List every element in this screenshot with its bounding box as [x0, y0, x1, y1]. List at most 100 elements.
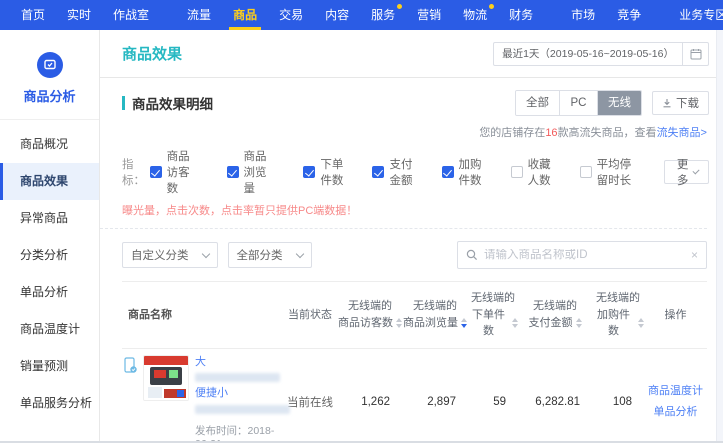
- table-header: 商品名称 当前状态 无线端的 商品访客数 无线端的 商品浏览量 无线端的 下单件…: [122, 282, 707, 349]
- nav-item-trade[interactable]: 交易: [273, 0, 309, 30]
- col-payment: 无线端的 支付金额: [518, 298, 592, 331]
- checkbox-payment-amount[interactable]: 支付金额: [372, 156, 415, 188]
- nav-item-warroom[interactable]: 作战室: [107, 0, 155, 30]
- col-line2: 加购件数: [592, 307, 635, 340]
- nav-item-service[interactable]: 服务: [365, 0, 401, 30]
- metric-label: 指标：: [122, 156, 146, 188]
- search-input[interactable]: [484, 249, 691, 261]
- nav-item-bizzone[interactable]: 业务专区: [673, 0, 723, 30]
- sidebar-item-sales-forecast[interactable]: 销量预测: [0, 348, 99, 385]
- col-line1: 无线端的: [402, 298, 468, 315]
- calendar-icon[interactable]: [682, 43, 708, 65]
- redacted-text: [195, 373, 280, 382]
- thermometer-link[interactable]: 商品温度计: [644, 381, 707, 402]
- page-title: 商品效果: [122, 43, 182, 64]
- nav-item-compete[interactable]: 竞争: [611, 0, 647, 30]
- nav-item-logistics[interactable]: 物流: [457, 0, 493, 30]
- section-accent-bar: [122, 96, 125, 110]
- chevron-down-icon: [201, 249, 209, 257]
- name-text: 大: [195, 356, 206, 368]
- platform-tab-group: 全部 PC 无线: [515, 90, 642, 116]
- sidebar-item-abnormal-products[interactable]: 异常商品: [0, 200, 99, 237]
- nav-item-realtime[interactable]: 实时: [61, 0, 97, 30]
- notice-text: 您的店铺存在: [479, 127, 545, 139]
- loss-product-link[interactable]: 流失商品>: [657, 127, 707, 139]
- nav-item-label: 物流: [463, 8, 487, 22]
- download-button[interactable]: 下载: [652, 91, 709, 115]
- filter-toolbar: 自定义分类 全部分类 ×: [100, 229, 723, 281]
- visitors-cell: 1,262: [338, 396, 402, 408]
- checkbox-icon: [150, 166, 162, 178]
- sort-icon-active[interactable]: [461, 318, 467, 328]
- search-icon: [466, 249, 478, 261]
- status-cell: 当前在线: [282, 394, 338, 410]
- sidebar-item-product-effect[interactable]: 商品效果: [0, 163, 99, 200]
- main-content: 商品效果 最近1天（2019-05-16~2019-05-16） 商品效果明细 …: [100, 30, 723, 443]
- notification-dot: [489, 4, 494, 9]
- chevron-down-icon: [692, 167, 699, 174]
- single-analysis-link[interactable]: 单品分析: [644, 402, 707, 423]
- product-name-link[interactable]: 大便捷小: [195, 355, 282, 419]
- tab-all[interactable]: 全部: [516, 91, 560, 115]
- checkbox-icon: [227, 166, 239, 178]
- more-metrics-button[interactable]: 更多: [664, 160, 709, 184]
- sidebar-item-category-analysis[interactable]: 分类分析: [0, 237, 99, 274]
- pc-data-warning: 曝光量，点击次数，点击率暂只提供PC端数据！: [100, 196, 707, 229]
- orders-cell: 59: [468, 396, 518, 408]
- loss-product-notice: 您的店铺存在16款高流失商品，查看流失商品>: [100, 122, 723, 140]
- checkbox-avg-stay[interactable]: 平均停留时长: [580, 156, 639, 188]
- tab-wireless[interactable]: 无线: [598, 91, 641, 115]
- nav-item-traffic[interactable]: 流量: [181, 0, 217, 30]
- col-line2: 下单件数: [468, 307, 509, 340]
- sidebar-item-single-service[interactable]: 单品服务分析: [0, 385, 99, 422]
- actions-cell: 商品温度计 单品分析: [644, 381, 707, 423]
- nav-item-marketing[interactable]: 营销: [411, 0, 447, 30]
- nav-item-market[interactable]: 市场: [565, 0, 601, 30]
- checkbox-icon: [303, 166, 315, 178]
- nav-item-finance[interactable]: 财务: [503, 0, 539, 30]
- sidebar-header: 商品分析: [0, 30, 99, 120]
- sidebar: 商品分析 商品概况 商品效果 异常商品 分类分析 单品分析 商品温度计 销量预测…: [0, 30, 100, 443]
- checkbox-order-items[interactable]: 下单件数: [303, 156, 346, 188]
- metric-checkbox-row: 指标： 商品访客数 商品浏览量 下单件数 支付金额 加购件数 收藏人数 平均停留…: [100, 140, 723, 196]
- checkbox-product-views[interactable]: 商品浏览量: [227, 148, 278, 196]
- product-table: 商品名称 当前状态 无线端的 商品访客数 无线端的 商品浏览量 无线端的 下单件…: [122, 281, 707, 443]
- col-line1: 无线端的: [592, 290, 644, 307]
- custom-category-select[interactable]: 自定义分类: [122, 242, 218, 268]
- col-actions: 操作: [644, 307, 707, 324]
- sidebar-item-single-product[interactable]: 单品分析: [0, 274, 99, 311]
- product-image[interactable]: [143, 355, 189, 401]
- product-search-box[interactable]: ×: [457, 241, 707, 269]
- sidebar-menu: 商品概况 商品效果 异常商品 分类分析 单品分析 商品温度计 销量预测 单品服务…: [0, 120, 99, 422]
- col-visitors: 无线端的 商品访客数: [338, 298, 402, 331]
- nav-item-content[interactable]: 内容: [319, 0, 355, 30]
- col-line1: 无线端的: [468, 290, 518, 307]
- checkbox-product-visitors[interactable]: 商品访客数: [150, 148, 201, 196]
- col-line2: 商品浏览量: [403, 315, 458, 332]
- checkbox-label: 下单件数: [320, 156, 346, 188]
- nav-item-product[interactable]: 商品: [227, 0, 263, 30]
- table-row: 大便捷小 发布时间：2018-06-21 当前在线 1,262 2,897 59…: [122, 349, 707, 443]
- checkbox-cart-items[interactable]: 加购件数: [442, 156, 485, 188]
- scrollbar-track[interactable]: [716, 30, 723, 443]
- checkbox-icon: [442, 166, 454, 178]
- col-line1: 无线端的: [338, 298, 402, 315]
- checkbox-favorites[interactable]: 收藏人数: [511, 156, 554, 188]
- checkbox-icon: [580, 166, 592, 178]
- col-cart: 无线端的 加购件数: [592, 290, 644, 340]
- date-range-picker[interactable]: 最近1天（2019-05-16~2019-05-16）: [493, 42, 709, 66]
- sidebar-item-product-thermometer[interactable]: 商品温度计: [0, 311, 99, 348]
- checkbox-label: 商品浏览量: [244, 148, 278, 196]
- payment-cell: 6,282.81: [518, 396, 592, 408]
- sidebar-item-product-overview[interactable]: 商品概况: [0, 126, 99, 163]
- mobile-verified-icon: [124, 357, 137, 379]
- nav-item-home[interactable]: 首页: [15, 0, 51, 30]
- col-orders: 无线端的 下单件数: [468, 290, 518, 340]
- col-line2: 商品访客数: [338, 315, 393, 332]
- sort-icon[interactable]: [576, 318, 582, 328]
- download-icon: [662, 98, 672, 108]
- tab-pc[interactable]: PC: [560, 91, 598, 115]
- select-value: 自定义分类: [131, 247, 189, 263]
- all-category-select[interactable]: 全部分类: [228, 242, 312, 268]
- clear-search-icon[interactable]: ×: [691, 248, 698, 262]
